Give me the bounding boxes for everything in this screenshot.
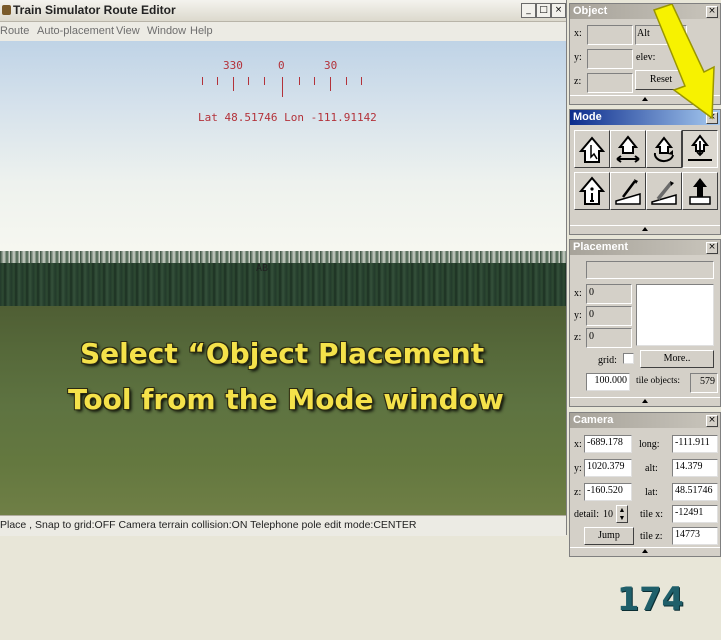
camera-z-label: z: (574, 487, 582, 498)
status-bar: Place , Snap to grid:OFF Camera terrain … (0, 515, 566, 536)
placement-y-label: y: (574, 310, 582, 321)
placement-tile-objects-value: 579 (700, 376, 715, 387)
placement-z-label: z: (574, 332, 582, 343)
menu-route[interactable]: Route (0, 25, 29, 37)
terrain-edit-icon[interactable] (646, 172, 682, 210)
camera-jump-button[interactable]: Jump (584, 527, 634, 545)
camera-panel-grip[interactable] (570, 547, 720, 556)
instruction-line-2: Tool from the Mode window (68, 383, 504, 416)
object-alt-label: Alt (637, 28, 650, 39)
camera-panel-close-button[interactable]: × (706, 415, 718, 427)
placement-y-field[interactable]: 0 (586, 306, 632, 326)
camera-y-field[interactable]: 1020.379 (584, 459, 632, 477)
object-x-field[interactable] (587, 25, 633, 45)
camera-tile-x-label: tile x: (640, 509, 664, 520)
object-placement-icon[interactable] (682, 130, 718, 168)
placement-tile-objects-label: tile objects: (636, 376, 681, 386)
camera-tile-z-label: tile z: (640, 531, 663, 542)
camera-lat-field[interactable]: 48.51746 (672, 483, 718, 501)
camera-tile-x-field[interactable]: -12491 (672, 505, 718, 523)
object-z-field[interactable] (587, 73, 633, 93)
close-button[interactable]: × (551, 3, 566, 18)
object-y-label: y: (574, 52, 582, 63)
placement-grid-label: grid: (598, 355, 617, 366)
placement-z-field[interactable]: 0 (586, 328, 632, 348)
select-object-icon[interactable] (574, 130, 610, 168)
placement-panel: Placement × x: 0 y: 0 z: 0 grid: More.. … (569, 239, 721, 407)
object-y-field[interactable] (587, 49, 633, 69)
object-info-icon[interactable] (574, 172, 610, 210)
placement-x-field[interactable]: 0 (586, 284, 632, 304)
lat-lon-readout: Lat 48.51746 Lon -111.91142 (198, 111, 377, 124)
camera-long-label: long: (639, 439, 660, 450)
camera-lat-label: lat: (645, 487, 658, 498)
object-x-label: x: (574, 28, 582, 39)
camera-tile-z-field[interactable]: 14773 (672, 527, 718, 545)
camera-y-label: y: (574, 463, 582, 474)
menu-window[interactable]: Window (147, 25, 186, 37)
yellow-arrow-icon (653, 4, 715, 120)
compass-degree-0: 0 (278, 59, 285, 72)
placement-panel-header[interactable]: Placement (570, 240, 720, 255)
placement-z-value: 0 (589, 331, 594, 342)
camera-x-label: x: (574, 439, 582, 450)
menu-view[interactable]: View (116, 25, 140, 37)
camera-z-field[interactable]: -160.520 (584, 483, 632, 501)
camera-detail-label: detail: (574, 509, 599, 520)
object-z-label: z: (574, 76, 582, 87)
slide-page-number: 174 (617, 580, 684, 618)
maximize-button[interactable]: □ (536, 3, 551, 18)
camera-x-field[interactable]: -689.178 (584, 435, 632, 453)
terrain-raise-icon[interactable] (682, 172, 718, 210)
rotate-object-icon[interactable] (646, 130, 682, 168)
crosshair-marker: AB (256, 263, 269, 274)
menu-help[interactable]: Help (190, 25, 213, 37)
app-icon (2, 5, 11, 15)
camera-detail-spinner[interactable]: ▲ ▼ (616, 505, 628, 523)
camera-long-field[interactable]: -111.911 (672, 435, 718, 453)
placement-preview-box (636, 284, 714, 346)
3d-viewport[interactable]: 330 0 30 Lat 48.51746 Lon -111.91142 AB … (0, 41, 566, 515)
placement-panel-close-button[interactable]: × (706, 242, 718, 254)
move-object-icon[interactable] (610, 130, 646, 168)
camera-alt-label: alt: (645, 463, 658, 474)
placement-grid-checkbox[interactable] (623, 353, 634, 364)
camera-detail-value: 10 (603, 509, 613, 520)
menu-bar: Route Auto-placement View Window Help (0, 22, 566, 42)
placement-panel-grip[interactable] (570, 397, 720, 406)
mode-panel-grip[interactable] (570, 225, 720, 234)
instruction-line-1: Select “Object Placement (80, 337, 485, 370)
route-editor-window: Train Simulator Route Editor _ □ × Route… (0, 0, 567, 536)
placement-x-value: 0 (589, 287, 594, 298)
compass-degree-330: 330 (223, 59, 243, 72)
placement-y-value: 0 (589, 309, 594, 320)
terrain-paint-icon[interactable] (610, 172, 646, 210)
camera-alt-field[interactable]: 14.379 (672, 459, 718, 477)
minimize-button[interactable]: _ (521, 3, 536, 18)
compass-degree-30: 30 (324, 59, 338, 72)
window-title: Train Simulator Route Editor (13, 3, 176, 17)
camera-panel-header[interactable]: Camera (570, 413, 720, 428)
placement-object-name-field[interactable] (586, 261, 714, 279)
treeline (0, 263, 566, 308)
camera-panel: Camera × x: -689.178 y: 1020.379 z: -160… (569, 412, 721, 557)
placement-x-label: x: (574, 288, 582, 299)
placement-tile-objects-field: 579 (690, 373, 718, 393)
placement-more-button[interactable]: More.. (640, 350, 714, 368)
menu-auto-placement[interactable]: Auto-placement (37, 25, 114, 37)
placement-scale-field[interactable]: 100.000 (586, 373, 630, 391)
title-bar: Train Simulator Route Editor _ □ × (0, 0, 566, 22)
status-text: Place , Snap to grid:OFF Camera terrain … (0, 519, 417, 531)
